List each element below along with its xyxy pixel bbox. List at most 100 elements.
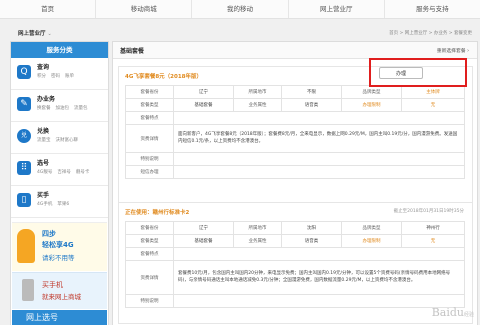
sublink[interactable]: 换套餐 xyxy=(37,106,51,111)
nav-my-mobile[interactable]: 我的移动 xyxy=(192,0,289,18)
table-cell: 品牌类型 xyxy=(341,221,402,235)
sublink[interactable]: 加油包 xyxy=(56,106,70,111)
sublink[interactable]: 4G手机 xyxy=(37,202,52,207)
table-cell: 辽宁 xyxy=(173,221,234,235)
timestamp: 截止至2018年01月31日19时35分 xyxy=(393,209,464,214)
sidebar-item-label: 查询 xyxy=(37,64,50,71)
sublink[interactable]: 密码 xyxy=(51,74,60,79)
sublink[interactable]: 积分 xyxy=(37,74,46,79)
plan-card-current: 正在使用：赣州行标准卡2 截止至2018年01月31日19时35分 套餐省份 辽… xyxy=(118,202,473,324)
sidebar-item-business[interactable]: ✎ 办业务 换套餐 加油包 流量包 xyxy=(11,90,108,122)
card-header: 正在使用：赣州行标准卡2 截止至2018年01月31日19时35分 xyxy=(119,203,472,219)
sublink[interactable]: 苹果6 xyxy=(57,202,69,207)
promo-banner-buy-phone[interactable]: 买手机 就来网上商城 xyxy=(12,272,107,309)
sidebar-sublinks: 积分 密码 账单 xyxy=(37,73,79,79)
promo-line: 轻松享4G xyxy=(42,241,74,249)
table-cell: 无 xyxy=(401,98,465,112)
table-cell xyxy=(173,247,465,261)
table-cell: 无 xyxy=(401,234,465,248)
table-cell: 神州行 xyxy=(401,221,465,235)
table-cell: 套餐特点 xyxy=(125,111,174,125)
gift-icon: 兑 xyxy=(17,129,31,143)
table-cell: 语音类 xyxy=(281,234,342,248)
sidebar-item-buy-phone[interactable]: ▯ 买手 4G手机 苹果6 xyxy=(11,186,108,218)
table-cell: 套餐省份 xyxy=(125,221,174,235)
main-header: 基础套餐 重新选择套餐 › xyxy=(113,42,477,59)
table-cell: 特别说明 xyxy=(125,152,174,166)
table-cell: 基础套餐 xyxy=(173,234,234,248)
sublink[interactable]: 吉祥号 xyxy=(57,170,71,175)
hall-label: 网上营业厅 xyxy=(18,31,46,37)
table-cell xyxy=(173,165,465,179)
plan-spec-table: 套餐省份 辽宁 所属地市 不限 品牌类型 主体牌 套餐类型 基础套餐 业务属性 … xyxy=(125,85,465,179)
table-row: 特别说明 xyxy=(125,294,465,308)
table-cell: 不限 xyxy=(281,85,342,99)
table-row: 资费详情 面向新客户，4G飞享套餐8元（2018年版）；套餐费8元/月，全来电显… xyxy=(125,124,465,153)
nav-mall[interactable]: 移动商城 xyxy=(96,0,193,18)
sidebar-item-label: 买手 xyxy=(37,192,50,199)
watermark-sub: 经验 xyxy=(463,312,474,318)
table-cell: 短信办理 xyxy=(125,165,174,179)
sidebar-item-select-number[interactable]: ⠿ 选号 4G靓号 吉祥号 靓号卡 xyxy=(11,154,108,186)
table-cell: 套餐类型 xyxy=(125,98,174,112)
table-cell: 特别说明 xyxy=(125,294,174,308)
breadcrumb[interactable]: 首页 > 网上营业厅 > 办业务 > 套餐变更 xyxy=(389,30,472,36)
table-row: 短信办理 xyxy=(125,165,465,179)
nav-home[interactable]: 首页 xyxy=(0,0,97,18)
chevron-down-icon: ⌄ xyxy=(47,31,52,37)
promo-banner-4g[interactable]: 四步 轻松享4G 请彩不用等 xyxy=(12,222,107,271)
highlight-box xyxy=(369,58,467,87)
hall-selector[interactable]: 网上营业厅 ⌄ xyxy=(18,29,52,37)
table-cell: 所属地市 xyxy=(233,221,282,235)
sublink[interactable]: 沃财富心聊 xyxy=(56,138,79,143)
reselect-plan-link[interactable]: 重新选择套餐 › xyxy=(437,47,469,54)
table-row: 套餐类型 基础套餐 业务属性 语音类 办理限制 无 xyxy=(125,234,465,248)
table-cell: 沈阳 xyxy=(281,221,342,235)
table-cell: 办理限制 xyxy=(341,98,402,112)
promo-line: 买手机 xyxy=(42,281,63,289)
table-cell: 资费详情 xyxy=(125,124,174,153)
table-row: 套餐类型 基础套餐 业务属性 语音类 办理限制 无 xyxy=(125,98,465,112)
sidebar-item-query[interactable]: Q 查询 积分 密码 账单 xyxy=(11,58,108,90)
table-cell: 业务属性 xyxy=(233,98,282,112)
magnifier-icon: Q xyxy=(17,65,31,79)
table-cell: 主体牌 xyxy=(401,85,465,99)
table-cell: 语音类 xyxy=(281,98,342,112)
promo-line: 就来网上商城 xyxy=(42,293,81,301)
sublink[interactable]: 流量宝 xyxy=(37,138,51,143)
plan-spec-table: 套餐省份 辽宁 所属地市 沈阳 品牌类型 神州行 套餐类型 基础套餐 业务属性 … xyxy=(125,221,465,308)
table-cell xyxy=(173,152,465,166)
plan-card-new: 4G飞享套餐8元（2018年版） 套餐省份 辽宁 所属地市 不限 品牌类型 主体… xyxy=(118,66,473,222)
mascot-figure-icon xyxy=(17,229,35,263)
sidebar-item-label: 办业务 xyxy=(37,96,56,103)
table-row: 套餐特点 xyxy=(125,247,465,261)
sublink[interactable]: 靓号卡 xyxy=(76,170,90,175)
nav-service-support[interactable]: 服务与支持 xyxy=(385,0,480,18)
watermark-text: Baidu xyxy=(431,306,464,319)
document-edit-icon: ✎ xyxy=(17,97,31,111)
sidebar-item-exchange[interactable]: 兑 兑换 流量宝 沃财富心聊 xyxy=(11,122,108,154)
table-cell: 基础套餐 xyxy=(173,98,234,112)
sublink[interactable]: 账单 xyxy=(65,74,74,79)
table-cell: 办理限制 xyxy=(341,234,402,248)
sidebar-sublinks: 换套餐 加油包 流量包 xyxy=(37,105,93,111)
table-cell: 面向新客户，4G飞享套餐8元（2018年版）；套餐费8元/月，全来电显示，数据上… xyxy=(173,124,465,153)
phone-icon: ▯ xyxy=(17,193,31,207)
table-cell: 套餐类型 xyxy=(125,234,174,248)
table-row: 套餐特点 xyxy=(125,111,465,125)
sublink[interactable]: 流量包 xyxy=(74,106,88,111)
table-cell: 套餐费10元/月，包含国内主叫国内20分钟，来电显示免费；国内主叫国内0.19元… xyxy=(173,260,465,295)
plan-title: 4G飞享套餐8元（2018年版） xyxy=(125,74,202,80)
promo-line: 四步 xyxy=(42,230,56,238)
sublink[interactable]: 4G靓号 xyxy=(37,170,52,175)
promo-banner-select-number[interactable]: 网上选号 xyxy=(12,310,107,325)
table-row: 套餐省份 辽宁 所属地市 不限 品牌类型 主体牌 xyxy=(125,85,465,99)
nav-online-hall[interactable]: 网上营业厅 xyxy=(289,0,385,18)
table-cell: 辽宁 xyxy=(173,85,234,99)
table-cell: 业务属性 xyxy=(233,234,282,248)
sidebar-sublinks: 4G靓号 吉祥号 靓号卡 xyxy=(37,169,94,175)
table-cell: 套餐省份 xyxy=(125,85,174,99)
top-nav: 首页 移动商城 我的移动 网上营业厅 服务与支持 xyxy=(0,0,480,19)
table-cell xyxy=(173,111,465,125)
sidebar-sublinks: 流量宝 沃财富心聊 xyxy=(37,137,83,143)
